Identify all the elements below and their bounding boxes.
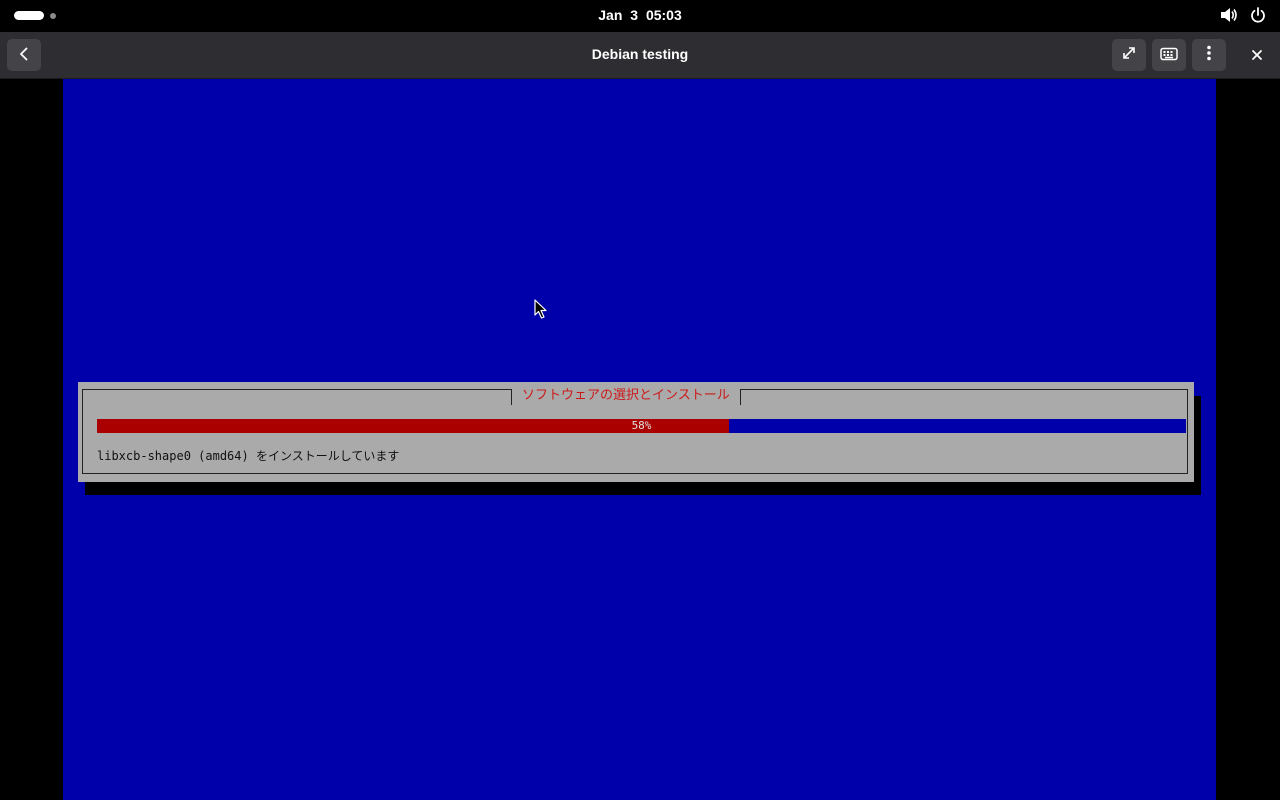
system-tray[interactable] [1220, 7, 1266, 23]
fullscreen-icon [1121, 45, 1137, 65]
progress-bar: 58% [97, 419, 1186, 433]
power-icon[interactable] [1250, 7, 1266, 23]
install-progress-dialog: ソフトウェアの選択とインストール 58% libxcb-shape0 (amd6… [78, 382, 1194, 482]
system-top-bar: Jan 3 05:03 [0, 0, 1280, 32]
window-header-bar: Debian testing [0, 32, 1280, 79]
kebab-menu-icon [1206, 45, 1212, 65]
clock[interactable]: Jan 3 05:03 [0, 7, 1280, 23]
fullscreen-button[interactable] [1112, 39, 1146, 71]
keyboard-icon [1160, 46, 1178, 65]
window-title: Debian testing [591, 46, 689, 62]
close-button[interactable] [1240, 39, 1274, 71]
dialog-frame: ソフトウェアの選択とインストール 58% libxcb-shape0 (amd6… [82, 389, 1188, 474]
close-icon [1251, 46, 1263, 65]
menu-button[interactable] [1192, 39, 1226, 71]
dialog-title: ソフトウェアの選択とインストール [511, 389, 741, 405]
mouse-cursor-icon [534, 299, 548, 324]
volume-icon[interactable] [1220, 7, 1238, 23]
progress-percentage: 58% [631, 419, 652, 432]
keyboard-button[interactable] [1152, 39, 1186, 71]
install-status-text: libxcb-shape0 (amd64) をインストールしています [97, 449, 400, 463]
